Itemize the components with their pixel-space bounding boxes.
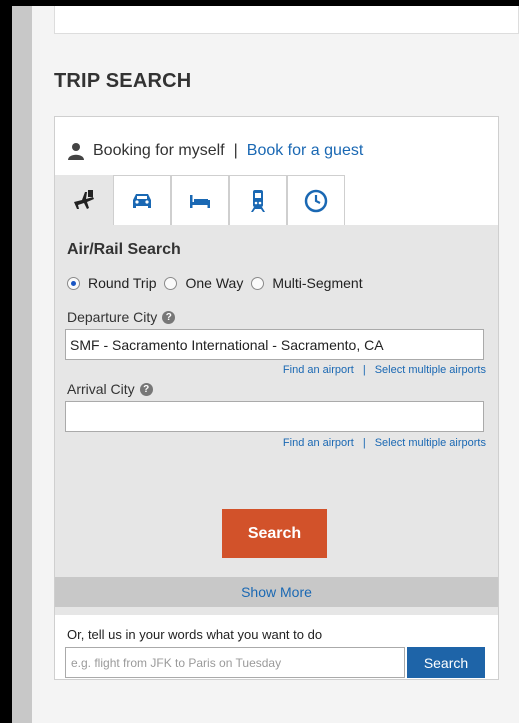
departure-links-separator: | — [362, 364, 366, 376]
window-frame-left — [0, 0, 12, 723]
train-icon — [251, 189, 265, 212]
arrival-select-multiple-link[interactable]: Select multiple airports — [375, 437, 486, 449]
tab-rail[interactable] — [229, 175, 287, 225]
arrival-links-separator: | — [362, 437, 366, 449]
car-icon — [133, 193, 151, 208]
top-card — [54, 6, 519, 34]
natural-language-label: Or, tell us in your words what you want … — [67, 627, 323, 642]
travel-type-tabs — [55, 175, 498, 225]
left-gutter — [12, 6, 32, 723]
booking-row: Booking for myself | Book for a guest — [67, 139, 363, 163]
one-way-label[interactable]: One Way — [185, 275, 243, 291]
flight-icon — [74, 189, 94, 209]
arrival-airport-links: Find an airport | Select multiple airpor… — [283, 437, 486, 449]
departure-select-multiple-link[interactable]: Select multiple airports — [375, 364, 486, 376]
show-more-button[interactable]: Show More — [55, 577, 498, 607]
departure-city-label: Departure City ? — [67, 309, 176, 325]
round-trip-radio[interactable] — [67, 276, 80, 290]
natural-language-search-button[interactable]: Search — [407, 647, 485, 678]
person-icon — [68, 143, 84, 160]
arrival-find-airport-link[interactable]: Find an airport — [283, 437, 354, 449]
arrival-city-label-text: Arrival City — [67, 381, 135, 397]
booking-for-myself[interactable]: Booking for myself — [93, 142, 225, 160]
tab-air-rail[interactable] — [55, 175, 113, 225]
departure-city-input[interactable] — [65, 329, 484, 360]
section-title: TRIP SEARCH — [54, 70, 192, 92]
arrival-help-icon[interactable]: ? — [139, 382, 153, 396]
arrival-city-input[interactable] — [65, 401, 484, 432]
clock-icon — [304, 189, 328, 212]
departure-help-icon[interactable]: ? — [162, 310, 176, 324]
tab-hotel[interactable] — [171, 175, 229, 225]
tab-itinerary[interactable] — [287, 175, 345, 225]
trip-search-panel: Booking for myself | Book for a guest Ai… — [54, 116, 499, 680]
arrival-city-label: Arrival City ? — [67, 381, 153, 397]
trip-type-radios: Round Trip One Way Multi-Segment — [67, 275, 371, 291]
natural-language-input[interactable] — [65, 647, 405, 678]
air-rail-form: Air/Rail Search Round Trip One Way Multi… — [55, 225, 498, 615]
tab-car[interactable] — [113, 175, 171, 225]
round-trip-label[interactable]: Round Trip — [88, 275, 156, 291]
booking-separator: | — [233, 142, 238, 159]
hotel-bed-icon — [190, 194, 210, 208]
one-way-radio[interactable] — [164, 276, 178, 290]
search-button[interactable]: Search — [222, 509, 327, 558]
departure-airport-links: Find an airport | Select multiple airpor… — [283, 364, 486, 376]
page-content: TRIP SEARCH Booking for myself | Book fo… — [32, 6, 519, 723]
form-title: Air/Rail Search — [67, 241, 181, 258]
book-for-guest-link[interactable]: Book for a guest — [247, 142, 364, 160]
departure-find-airport-link[interactable]: Find an airport — [283, 364, 354, 376]
multi-segment-label[interactable]: Multi-Segment — [272, 275, 362, 291]
departure-city-label-text: Departure City — [67, 309, 158, 325]
multi-segment-radio[interactable] — [251, 276, 265, 290]
